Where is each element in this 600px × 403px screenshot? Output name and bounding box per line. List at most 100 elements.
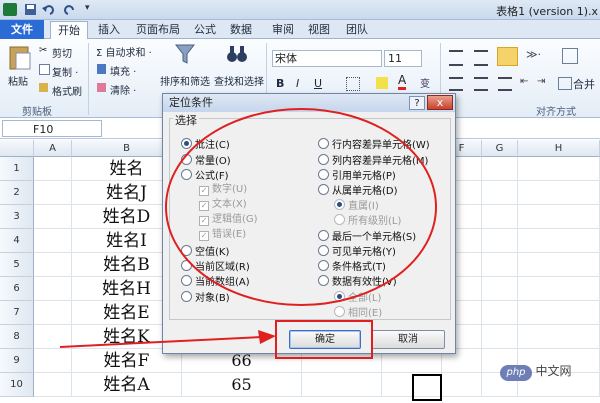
row-header[interactable]: 2 — [0, 181, 34, 205]
find-select-button[interactable]: 查找和选择 — [214, 73, 264, 88]
grid-cell[interactable] — [442, 373, 482, 397]
option-radio[interactable]: 批注(C) — [181, 138, 230, 152]
align-left-icon[interactable] — [449, 77, 463, 91]
column-header[interactable]: A — [34, 140, 72, 157]
row-header[interactable]: 8 — [0, 325, 34, 349]
copy-button[interactable]: 复制 · — [52, 64, 78, 79]
grid-cell[interactable] — [34, 325, 72, 349]
italic-button[interactable]: I — [296, 77, 299, 90]
tab-file[interactable]: 文件 — [0, 20, 44, 39]
option-radio[interactable]: 当前区域(R) — [181, 260, 250, 274]
tab-review[interactable]: 审阅 — [268, 21, 298, 39]
font-size-select[interactable]: 11 — [384, 50, 422, 67]
grid-cell[interactable] — [34, 205, 72, 229]
tab-view[interactable]: 视图 — [304, 21, 334, 39]
decrease-indent-icon[interactable]: ⇤ — [520, 76, 528, 87]
grid-cell[interactable] — [34, 373, 72, 397]
wrap-text-icon[interactable] — [562, 48, 578, 64]
option-radio[interactable]: 行内容差异单元格(W) — [318, 138, 430, 152]
option-radio[interactable]: 公式(F) — [181, 169, 229, 183]
select-all-corner[interactable] — [0, 140, 34, 157]
grid-cell[interactable] — [518, 205, 600, 229]
grid-cell[interactable] — [482, 181, 518, 205]
underline-button[interactable]: U — [314, 77, 322, 90]
grid-cell[interactable] — [34, 229, 72, 253]
grid-cell[interactable] — [518, 301, 600, 325]
column-header[interactable]: G — [482, 140, 518, 157]
option-radio[interactable]: 最后一个单元格(S) — [318, 230, 416, 244]
active-cell-f10[interactable] — [412, 374, 442, 401]
row-header[interactable]: 4 — [0, 229, 34, 253]
binoculars-icon[interactable] — [226, 42, 248, 69]
grid-cell[interactable] — [482, 301, 518, 325]
option-radio[interactable]: 从属单元格(D) — [318, 184, 398, 198]
align-right-icon[interactable] — [498, 77, 512, 91]
tab-home[interactable]: 开始 — [50, 21, 88, 40]
font-color-icon[interactable]: A — [398, 73, 407, 90]
cancel-button[interactable]: 取消 — [371, 330, 445, 349]
grid-cell[interactable] — [518, 229, 600, 253]
grid-cell[interactable] — [34, 253, 72, 277]
orientation-icon[interactable]: ≫· — [526, 48, 541, 61]
save-icon[interactable] — [24, 3, 38, 16]
cut-button[interactable]: 剪切 — [52, 45, 72, 60]
help-button[interactable]: ? — [409, 96, 425, 110]
grid-cell[interactable] — [518, 253, 600, 277]
phonetic-icon[interactable]: 变 — [420, 75, 430, 90]
paste-icon[interactable] — [8, 43, 32, 74]
grid-cell[interactable] — [482, 325, 518, 349]
sort-filter-button[interactable]: 排序和筛选 — [160, 73, 210, 88]
merge-button[interactable]: 合并 — [573, 76, 595, 92]
option-radio[interactable]: 常量(O) — [181, 154, 231, 168]
option-radio[interactable]: 引用单元格(P) — [318, 169, 396, 183]
grid-cell[interactable] — [518, 157, 600, 181]
row-header[interactable]: 1 — [0, 157, 34, 181]
grid-cell[interactable] — [482, 253, 518, 277]
option-radio[interactable]: 空值(K) — [181, 245, 229, 259]
row-header[interactable]: 9 — [0, 349, 34, 373]
row-header[interactable]: 3 — [0, 205, 34, 229]
align-center-icon[interactable] — [474, 77, 488, 91]
row-header[interactable]: 6 — [0, 277, 34, 301]
grid-cell[interactable] — [518, 181, 600, 205]
tab-data[interactable]: 数据 — [226, 21, 256, 39]
option-radio[interactable]: 对象(B) — [181, 291, 230, 305]
fill-color-icon[interactable] — [376, 77, 388, 89]
grid-cell[interactable] — [34, 157, 72, 181]
paste-button[interactable]: 粘贴 — [8, 73, 28, 88]
grid-cell[interactable] — [482, 157, 518, 181]
font-name-select[interactable]: 宋体 — [272, 50, 382, 67]
bold-button[interactable]: B — [276, 77, 284, 90]
tab-team[interactable]: 团队 — [342, 21, 372, 39]
close-button[interactable]: x — [427, 95, 453, 110]
tab-insert[interactable]: 插入 — [92, 21, 126, 39]
border-icon[interactable] — [346, 77, 360, 91]
align-top-icon[interactable] — [449, 50, 463, 66]
option-radio[interactable]: 可见单元格(Y) — [318, 245, 396, 259]
grid-cell[interactable]: 姓名A — [72, 373, 182, 397]
row-header[interactable]: 10 — [0, 373, 34, 397]
option-radio[interactable]: 数据有效性(V) — [318, 275, 397, 289]
grid-cell[interactable] — [302, 373, 382, 397]
grid-cell[interactable] — [482, 277, 518, 301]
grid-cell[interactable] — [34, 301, 72, 325]
tab-page-layout[interactable]: 页面布局 — [132, 21, 184, 39]
row-header[interactable]: 5 — [0, 253, 34, 277]
sort-filter-icon[interactable] — [174, 42, 196, 69]
option-radio[interactable]: 条件格式(T) — [318, 260, 386, 274]
clear-button[interactable]: 清除 · — [110, 82, 136, 97]
ok-button[interactable]: 确定 — [289, 330, 361, 349]
autosum-button[interactable]: Σ 自动求和 · — [96, 44, 152, 59]
align-middle-icon[interactable] — [474, 50, 488, 66]
undo-icon[interactable] — [42, 3, 56, 16]
increase-indent-icon[interactable]: ⇥ — [537, 76, 545, 87]
format-painter-button[interactable]: 格式刷 — [52, 83, 82, 98]
tab-formulas[interactable]: 公式 — [190, 21, 220, 39]
row-header[interactable]: 7 — [0, 301, 34, 325]
grid-cell[interactable] — [482, 229, 518, 253]
grid-cell[interactable]: 65 — [182, 373, 302, 397]
align-bottom-icon-active[interactable] — [497, 47, 518, 66]
grid-cell[interactable] — [34, 181, 72, 205]
merge-icon[interactable] — [558, 77, 572, 90]
fill-button[interactable]: 填充 · — [110, 63, 136, 78]
